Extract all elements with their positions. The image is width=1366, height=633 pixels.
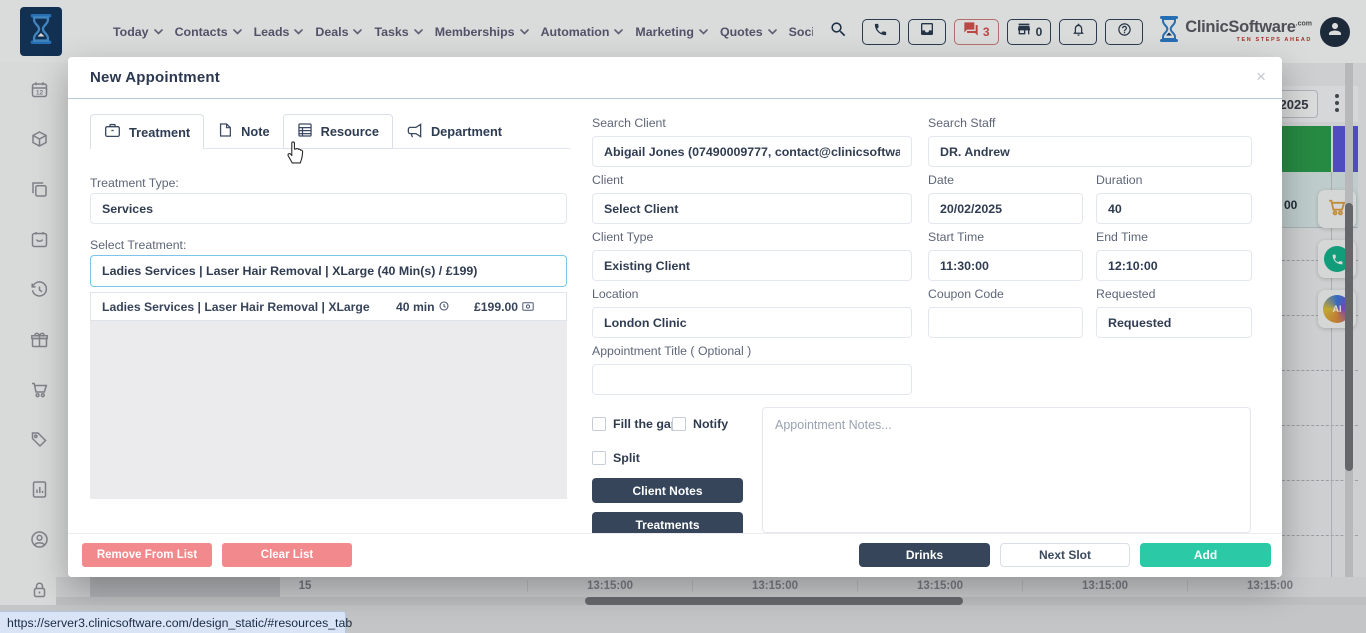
appointment-title-input[interactable] — [592, 364, 912, 395]
treatments-button[interactable]: Treatments — [592, 512, 743, 533]
tab-label: Note — [241, 124, 269, 139]
select-treatment-label: Select Treatment: — [90, 238, 186, 252]
client-select[interactable] — [592, 193, 912, 224]
modal-tabs: Treatment Note Resource Department — [90, 114, 515, 149]
start-time-input[interactable] — [928, 250, 1083, 281]
notify-checkbox[interactable]: Notify — [672, 417, 728, 431]
fill-the-gap-checkbox[interactable]: Fill the gap — [592, 417, 678, 431]
location-select[interactable] — [592, 307, 912, 338]
tab-label: Resource — [321, 124, 379, 139]
appointment-title-label: Appointment Title ( Optional ) — [592, 344, 751, 358]
client-label: Client — [592, 173, 623, 187]
duration-label: Duration — [1096, 173, 1142, 187]
client-type-select[interactable] — [592, 250, 912, 281]
search-client-label: Search Client — [592, 116, 666, 130]
next-slot-button[interactable]: Next Slot — [1000, 543, 1130, 567]
location-label: Location — [592, 287, 639, 301]
search-staff-label: Search Staff — [928, 116, 995, 130]
requested-select[interactable] — [1096, 307, 1252, 338]
tab-note[interactable]: Note — [204, 114, 282, 149]
coupon-code-input[interactable] — [928, 307, 1083, 338]
requested-label: Requested — [1096, 287, 1155, 301]
new-appointment-modal: New Appointment × Treatment Note Resourc… — [68, 57, 1282, 577]
tab-label: Treatment — [129, 125, 190, 140]
date-input[interactable] — [928, 193, 1083, 224]
tab-label: Department — [431, 124, 502, 139]
clock-icon — [439, 300, 449, 314]
clear-list-button[interactable]: Clear List — [222, 543, 352, 567]
client-type-label: Client Type — [592, 230, 653, 244]
briefcase-icon — [104, 122, 121, 142]
modal-title: New Appointment — [90, 69, 220, 86]
end-time-label: End Time — [1096, 230, 1148, 244]
treatment-type-select[interactable] — [90, 193, 567, 224]
drinks-button[interactable]: Drinks — [859, 543, 990, 567]
note-icon — [217, 122, 233, 141]
remove-from-list-button[interactable]: Remove From List — [82, 543, 212, 567]
treatment-name: Ladies Services | Laser Hair Removal | X… — [91, 300, 396, 314]
select-treatment-input[interactable] — [90, 255, 567, 287]
coupon-code-label: Coupon Code — [928, 287, 1004, 301]
appointment-notes-textarea[interactable] — [762, 407, 1251, 533]
add-button[interactable]: Add — [1140, 543, 1271, 567]
checkbox-label: Notify — [693, 417, 728, 431]
treatment-list-panel — [90, 321, 567, 499]
banknote-icon — [522, 300, 534, 314]
search-staff-input[interactable] — [928, 136, 1252, 167]
start-time-label: Start Time — [928, 230, 984, 244]
duration-input[interactable] — [1096, 193, 1252, 224]
grid-icon — [297, 122, 313, 141]
end-time-input[interactable] — [1096, 250, 1252, 281]
close-icon[interactable]: × — [1256, 67, 1266, 87]
split-checkbox[interactable]: Split — [592, 451, 640, 465]
checkbox-label: Fill the gap — [613, 417, 678, 431]
status-url: https://server3.clinicsoftware.com/desig… — [7, 616, 352, 630]
treatment-list-item[interactable]: Ladies Services | Laser Hair Removal | X… — [90, 292, 567, 321]
treatment-type-label: Treatment Type: — [90, 176, 179, 190]
modal-footer: Remove From List Clear List Drinks Next … — [68, 533, 1282, 577]
checkbox-icon — [592, 417, 606, 431]
client-notes-button[interactable]: Client Notes — [592, 478, 743, 503]
search-client-input[interactable] — [592, 136, 912, 167]
checkbox-icon — [592, 451, 606, 465]
modal-body: Treatment Note Resource Department Treat… — [68, 99, 1282, 533]
tab-resource[interactable]: Resource — [283, 114, 393, 149]
date-label: Date — [928, 173, 954, 187]
tab-treatment[interactable]: Treatment — [90, 114, 204, 149]
checkbox-label: Split — [613, 451, 640, 465]
treatment-price: £199.00 — [474, 300, 566, 314]
tab-department[interactable]: Department — [393, 114, 515, 149]
treatment-duration: 40 min — [396, 300, 474, 314]
modal-header: New Appointment × — [68, 57, 1282, 99]
checkbox-icon — [672, 417, 686, 431]
status-bar: https://server3.clinicsoftware.com/desig… — [0, 611, 346, 633]
megaphone-icon — [406, 122, 423, 142]
